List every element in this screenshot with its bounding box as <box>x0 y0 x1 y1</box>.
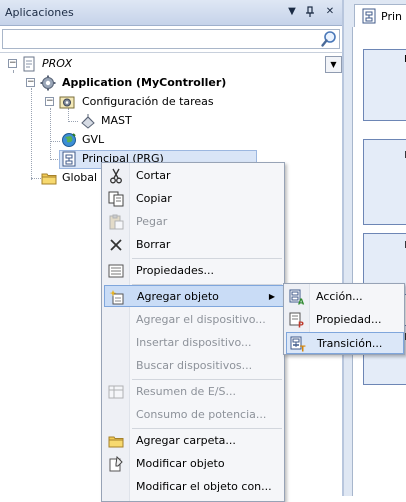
search-icon[interactable] <box>320 30 338 48</box>
collapse-icon[interactable]: − <box>45 97 54 106</box>
menu-item-label: Cortar <box>136 169 171 182</box>
menu-item-label: Borrar <box>136 238 171 251</box>
task-config-icon <box>59 94 75 110</box>
task-icon <box>80 113 96 129</box>
svg-text:T: T <box>300 345 306 353</box>
menu-item-paste[interactable]: Pegar <box>104 211 284 233</box>
menu-item-label: Pegar <box>136 215 168 228</box>
menu-item-add-device[interactable]: Agregar el dispositivo... <box>104 309 284 331</box>
project-icon <box>21 56 37 72</box>
tree-item-label: Configuración de tareas <box>82 95 214 108</box>
property-icon: P <box>289 312 305 330</box>
gear-icon <box>40 75 56 91</box>
menu-item-io-summary[interactable]: Resumen de E/S... <box>104 381 284 403</box>
search-field[interactable] <box>2 29 340 49</box>
sfc-editor-canvas[interactable]: P F F F <box>352 27 406 496</box>
tree-dropdown-button[interactable]: ▼ <box>325 56 342 73</box>
menu-item-label: Modificar el objeto con... <box>136 480 272 493</box>
menu-separator <box>132 428 282 429</box>
menu-item-label: Consumo de potencia... <box>136 408 267 421</box>
program-icon <box>61 151 77 167</box>
panel-close-icon[interactable]: ✕ <box>322 4 338 20</box>
context-menu: Cortar Copiar Pegar Borrar Propiedades..… <box>101 162 285 502</box>
tree-item-prox[interactable]: − PROX <box>0 55 300 73</box>
submenu-item-label: Propiedad... <box>316 313 382 326</box>
menu-separator <box>132 379 282 380</box>
svg-text:P: P <box>298 321 304 329</box>
copy-icon <box>108 191 124 207</box>
menu-item-insert-device[interactable]: Insertar dispositivo... <box>104 332 284 354</box>
collapse-icon[interactable]: − <box>26 78 35 87</box>
tree-item-label: Application (MyController) <box>62 76 227 89</box>
submenu-item-action[interactable]: A Acción... <box>286 286 404 308</box>
menu-item-delete[interactable]: Borrar <box>104 234 284 256</box>
menu-item-edit-object[interactable]: Modificar objeto <box>104 453 284 475</box>
menu-item-label: Copiar <box>136 192 172 205</box>
transition-icon: T <box>290 336 306 354</box>
tree-item-mast[interactable]: MAST <box>0 112 300 130</box>
submenu-item-property[interactable]: P Propiedad... <box>286 309 404 331</box>
tree-item-label: GVL <box>82 133 105 146</box>
menu-item-edit-object-with[interactable]: Modificar el objeto con... <box>104 476 284 498</box>
panel-dropdown-icon[interactable]: ▼ <box>284 4 300 20</box>
sfc-step[interactable]: F <box>363 139 406 225</box>
menu-item-label: Agregar el dispositivo... <box>136 313 266 326</box>
tree-item-application[interactable]: − Application (MyController) <box>0 74 300 92</box>
editor-area: Prin P F F F <box>344 0 406 496</box>
menu-item-label: Agregar objeto <box>137 290 219 303</box>
submenu-item-label: Acción... <box>316 290 363 303</box>
menu-item-properties[interactable]: Propiedades... <box>104 260 284 282</box>
search-input[interactable] <box>3 30 303 48</box>
add-object-submenu: A Acción... P Propiedad... T Transición.… <box>283 283 405 355</box>
submenu-item-label: Transición... <box>317 337 383 350</box>
menu-item-power-consumption[interactable]: Consumo de potencia... <box>104 404 284 426</box>
collapse-icon[interactable]: − <box>8 59 17 68</box>
svg-text:A: A <box>298 298 305 306</box>
tree-item-label: PROX <box>42 57 73 70</box>
add-folder-icon <box>108 433 124 449</box>
submenu-item-transition[interactable]: T Transición... <box>286 332 404 354</box>
menu-item-label: Agregar carpeta... <box>136 434 236 447</box>
menu-item-scan-devices[interactable]: Buscar dispositivos... <box>104 355 284 377</box>
io-summary-icon <box>108 384 124 400</box>
panel-title-bar: Aplicaciones ▼ ✕ <box>0 0 344 26</box>
delete-icon <box>108 237 124 253</box>
sfc-step[interactable]: P <box>363 49 406 121</box>
menu-item-label: Resumen de E/S... <box>136 385 236 398</box>
program-icon <box>361 8 377 27</box>
add-object-icon <box>109 289 125 305</box>
tree-item-task-configuration[interactable]: − Configuración de tareas <box>0 93 300 111</box>
menu-item-label: Modificar objeto <box>136 457 225 470</box>
panel-title: Aplicaciones <box>5 6 74 19</box>
tab-label: Prin <box>381 10 402 23</box>
folder-icon <box>41 170 57 186</box>
menu-item-add-object[interactable]: Agregar objeto ▶ <box>104 285 284 307</box>
edit-object-icon <box>108 455 124 472</box>
cut-icon <box>108 168 124 184</box>
paste-icon <box>108 214 124 230</box>
tab-principal[interactable]: Prin <box>354 4 406 28</box>
properties-icon <box>108 263 124 279</box>
tree-item-label: MAST <box>101 114 132 127</box>
tree-item-label: Global <box>62 171 98 184</box>
menu-item-label: Propiedades... <box>136 264 214 277</box>
menu-separator <box>132 258 282 259</box>
action-icon: A <box>289 289 305 307</box>
menu-item-label: Insertar dispositivo... <box>136 336 252 349</box>
menu-item-label: Buscar dispositivos... <box>136 359 253 372</box>
pin-icon[interactable] <box>302 4 318 20</box>
globe-icon <box>61 132 77 148</box>
menu-item-copy[interactable]: Copiar <box>104 188 284 210</box>
menu-item-cut[interactable]: Cortar <box>104 165 284 187</box>
tree-item-global[interactable]: Global <box>0 169 100 187</box>
submenu-arrow-icon: ▶ <box>268 292 275 301</box>
tree-item-gvl[interactable]: GVL <box>0 131 300 149</box>
menu-item-add-folder[interactable]: Agregar carpeta... <box>104 430 284 452</box>
